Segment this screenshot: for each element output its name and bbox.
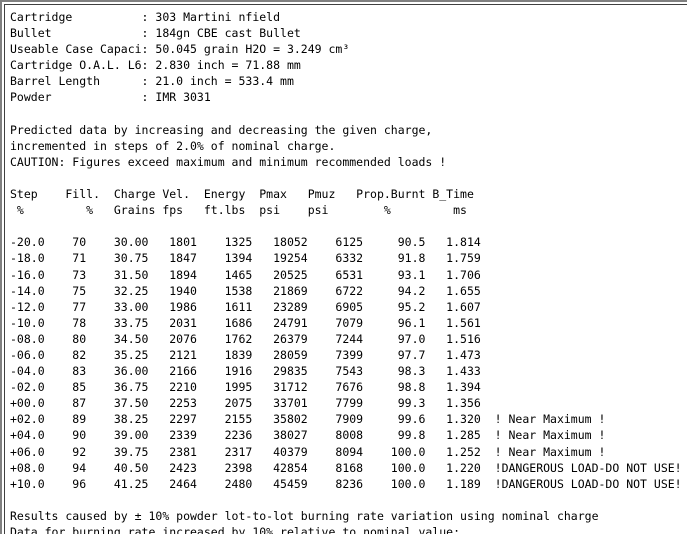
report-frame-inner: Cartridge : 303 Martini nfield Bullet : …: [4, 4, 687, 534]
report-text-body: Cartridge : 303 Martini nfield Bullet : …: [10, 10, 682, 534]
report-window: Cartridge : 303 Martini nfield Bullet : …: [0, 0, 687, 534]
report-scroll-surface[interactable]: Cartridge : 303 Martini nfield Bullet : …: [5, 5, 687, 534]
